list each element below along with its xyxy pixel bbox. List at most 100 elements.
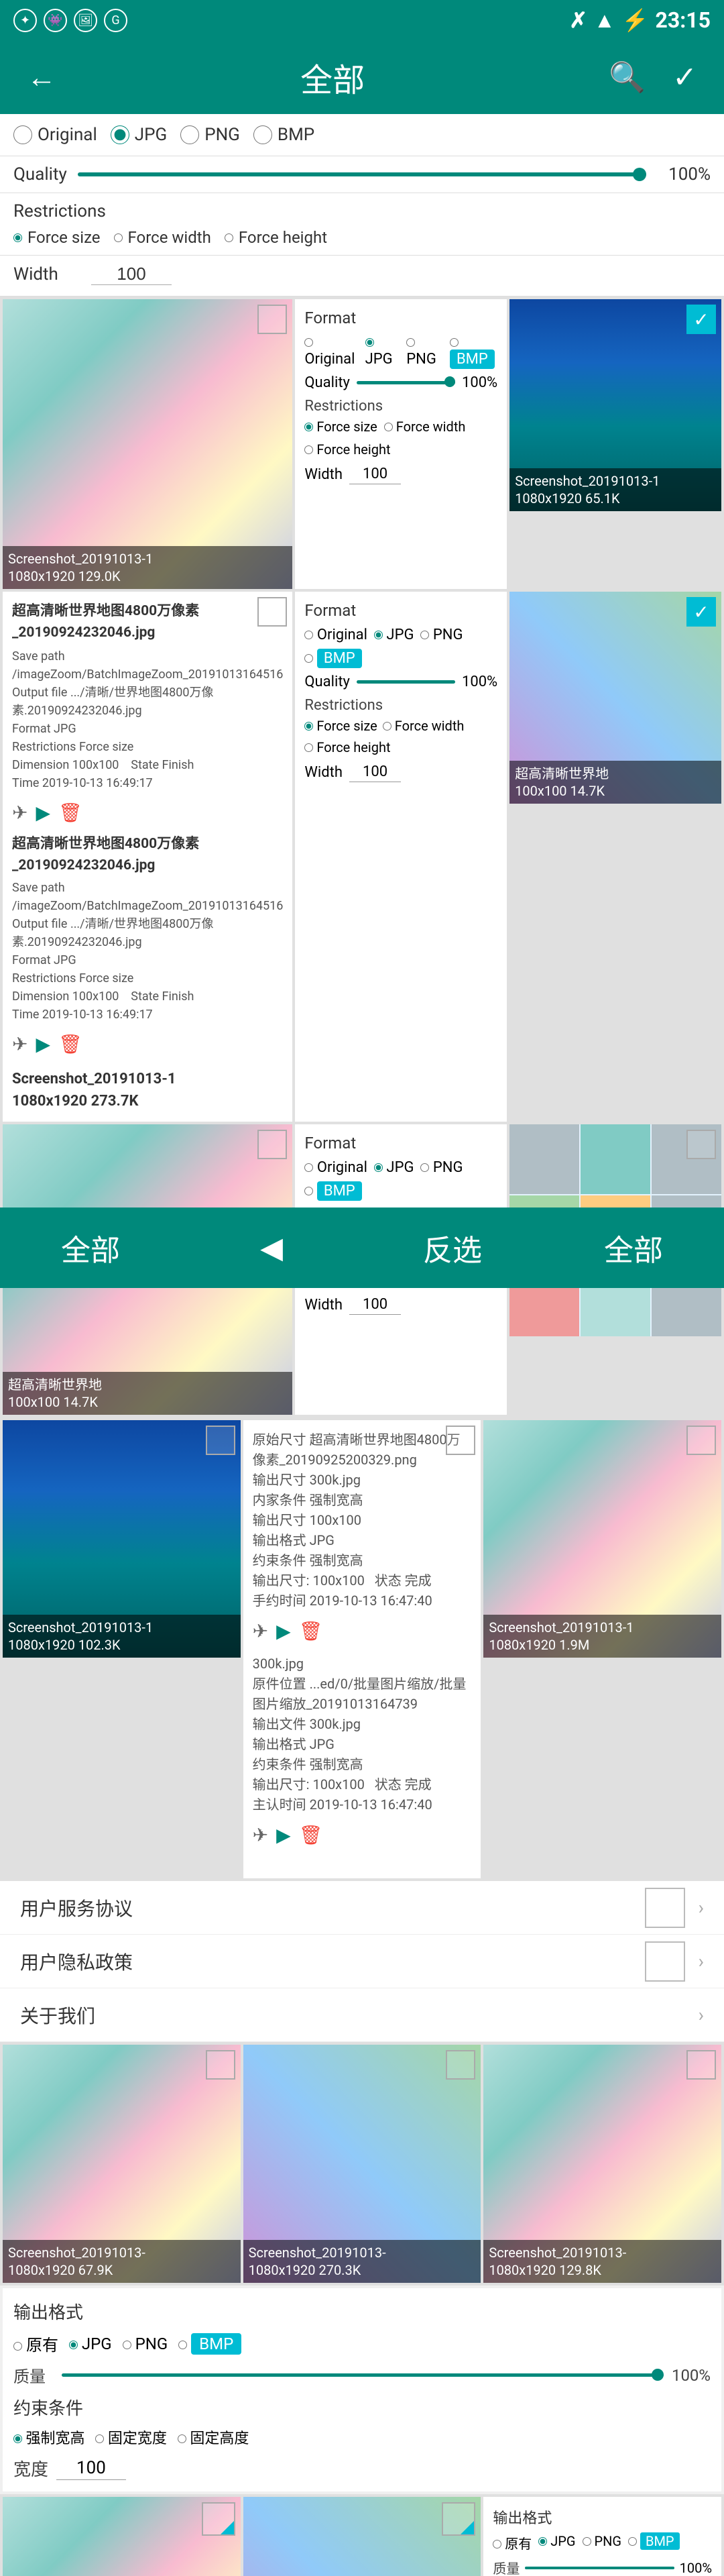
grid-cell-10[interactable]: Screenshot_20191013-11080x1920 102.3K bbox=[3, 1420, 241, 1658]
force-size-option[interactable]: Force size bbox=[13, 228, 101, 247]
detail-title-2: 超高清晰世界地图4800万像素_20190924232046.jpg bbox=[12, 834, 283, 876]
fp3-bmp[interactable]: BMP bbox=[304, 1183, 361, 1199]
out-fix-width[interactable]: 固定宽度 bbox=[95, 2426, 166, 2448]
output-restr-title: 约束条件 bbox=[13, 2395, 711, 2420]
settings-checkbox-1[interactable] bbox=[645, 1888, 685, 1928]
send-icon-1[interactable]: ✈ bbox=[12, 799, 27, 827]
thumb-checkbox-3[interactable] bbox=[686, 305, 716, 334]
out-yuanyou[interactable]: 原有 bbox=[13, 2332, 58, 2355]
thumb-checkbox-b3[interactable] bbox=[686, 2050, 716, 2080]
fp3-original[interactable]: Original bbox=[304, 1159, 367, 1176]
grid-cell-1[interactable]: Screenshot_20191013-11080x1920 129.0K bbox=[3, 299, 292, 589]
fp2-bmp[interactable]: BMP bbox=[304, 650, 361, 667]
thumb-checkbox-last1[interactable] bbox=[202, 2502, 235, 2536]
format-original-option[interactable]: Original bbox=[13, 125, 97, 145]
force-width-option[interactable]: Force width bbox=[114, 228, 211, 247]
thumb-checkbox-7[interactable] bbox=[257, 1130, 287, 1159]
thumb-checkbox-10[interactable] bbox=[206, 1426, 235, 1455]
detail-checkbox-1[interactable] bbox=[257, 597, 287, 627]
fp3-jpg[interactable]: JPG bbox=[374, 1159, 414, 1176]
fp1-force-size[interactable]: Force size bbox=[304, 419, 377, 435]
thumb-checkbox-last2[interactable] bbox=[442, 2502, 475, 2536]
out-png[interactable]: PNG bbox=[123, 2334, 168, 2353]
fp1-force-height[interactable]: Force height bbox=[304, 441, 390, 458]
delete-icon-2[interactable]: 🗑 bbox=[58, 1030, 82, 1059]
play-icon-3[interactable]: ▶ bbox=[276, 1617, 291, 1646]
fp2-png[interactable]: PNG bbox=[420, 627, 463, 643]
delete-icon-4[interactable]: 🗑 bbox=[299, 1821, 323, 1849]
search-button[interactable]: 🔍 bbox=[609, 60, 646, 95]
bottom-nav-triangle[interactable]: ◀ bbox=[181, 1230, 362, 1265]
bottom-nav-invert[interactable]: 反选 bbox=[362, 1226, 543, 1269]
fp1-original[interactable]: Original bbox=[304, 334, 357, 368]
back-button[interactable]: ← bbox=[27, 60, 56, 95]
grid-cell-last2[interactable] bbox=[243, 2497, 481, 2576]
format-png-option[interactable]: PNG bbox=[180, 125, 240, 145]
thumb-checkbox-b1[interactable] bbox=[206, 2050, 235, 2080]
force-size-radio[interactable] bbox=[13, 233, 22, 242]
fp2-force-size[interactable]: Force size bbox=[304, 718, 377, 734]
small-jpg[interactable]: JPG bbox=[538, 2533, 575, 2553]
format-png-radio[interactable] bbox=[180, 125, 199, 144]
fp2-original[interactable]: Original bbox=[304, 627, 367, 643]
grid-cell-last1[interactable] bbox=[3, 2497, 241, 2576]
thumb-checkbox-6[interactable] bbox=[686, 597, 716, 627]
bottom-nav-all[interactable]: 全部 bbox=[0, 1226, 181, 1269]
small-yuanyou[interactable]: 原有 bbox=[493, 2533, 532, 2553]
grid-cell-b3[interactable]: Screenshot_20191013-1080x1920 129.8K bbox=[483, 2045, 721, 2283]
confirm-button[interactable]: ✓ bbox=[672, 60, 697, 95]
force-width-radio[interactable] bbox=[114, 233, 123, 242]
grid-cell-3[interactable]: Screenshot_20191013-11080x1920 65.1K bbox=[509, 299, 721, 511]
fp2-quality-slider[interactable] bbox=[357, 680, 455, 684]
send-icon-4[interactable]: ✈ bbox=[253, 1821, 268, 1849]
delete-icon-1[interactable]: 🗑 bbox=[58, 799, 82, 827]
thumb-checkbox-11[interactable] bbox=[686, 1426, 716, 1455]
settings-row-2[interactable]: 用户隐私政策 › bbox=[0, 1935, 724, 1988]
format-original-radio[interactable] bbox=[13, 125, 32, 144]
play-icon-2[interactable]: ▶ bbox=[36, 1030, 50, 1059]
format-bmp-radio[interactable] bbox=[253, 125, 272, 144]
play-icon-4[interactable]: ▶ bbox=[276, 1821, 291, 1849]
fp1-bmp[interactable]: BMP bbox=[450, 334, 497, 368]
fp2-force-height[interactable]: Force height bbox=[304, 739, 390, 755]
out-bmp[interactable]: BMP bbox=[178, 2334, 241, 2353]
format-jpg-option[interactable]: JPG bbox=[111, 125, 167, 145]
settings-checkbox-2[interactable] bbox=[645, 1941, 685, 1982]
force-height-radio[interactable] bbox=[225, 233, 233, 242]
small-png[interactable]: PNG bbox=[583, 2533, 621, 2553]
fp2-jpg[interactable]: JPG bbox=[374, 627, 414, 643]
output-quality-slider[interactable] bbox=[62, 2373, 664, 2377]
out-fix-height[interactable]: 固定高度 bbox=[178, 2426, 249, 2448]
fp1-force-width[interactable]: Force width bbox=[384, 419, 466, 435]
settings-row-about[interactable]: 关于我们 › bbox=[0, 1988, 724, 2042]
width-input[interactable] bbox=[91, 264, 172, 285]
grid-cell-b1[interactable]: Screenshot_20191013-1080x1920 67.9K bbox=[3, 2045, 241, 2283]
thumb-label-6: 超高清晰世界地100x100 14.7K bbox=[509, 761, 721, 804]
bottom-nav-select-all[interactable]: 全部 bbox=[543, 1226, 724, 1269]
fp1-png[interactable]: PNG bbox=[406, 334, 442, 368]
settings-row-1[interactable]: 用户服务协议 › bbox=[0, 1881, 724, 1935]
small-bmp[interactable]: BMP bbox=[628, 2533, 680, 2553]
thumb-checkbox-b2[interactable] bbox=[446, 2050, 475, 2080]
send-icon-3[interactable]: ✈ bbox=[253, 1617, 268, 1646]
grid-cell-b2[interactable]: Screenshot_20191013-1080x1920 270.3K bbox=[243, 2045, 481, 2283]
format-bmp-option[interactable]: BMP bbox=[253, 125, 314, 145]
send-icon-2[interactable]: ✈ bbox=[12, 1030, 27, 1059]
thumb-checkbox-9[interactable] bbox=[686, 1130, 716, 1159]
detail-checkbox-2[interactable] bbox=[446, 1426, 475, 1455]
thumb-checkbox-1[interactable] bbox=[257, 305, 287, 334]
fp1-jpg[interactable]: JPG bbox=[365, 334, 399, 368]
out-force-wh[interactable]: 强制宽高 bbox=[13, 2426, 84, 2448]
grid-cell-11[interactable]: Screenshot_20191013-11080x1920 1.9M bbox=[483, 1420, 721, 1658]
fp3-png[interactable]: PNG bbox=[420, 1159, 463, 1176]
small-quality-slider[interactable] bbox=[525, 2567, 674, 2569]
delete-icon-3[interactable]: 🗑 bbox=[299, 1617, 323, 1646]
format-jpg-radio[interactable] bbox=[111, 125, 129, 144]
grid-cell-6[interactable]: 超高清晰世界地100x100 14.7K bbox=[509, 592, 721, 804]
out-jpg[interactable]: JPG bbox=[69, 2334, 112, 2353]
play-icon-1[interactable]: ▶ bbox=[36, 799, 50, 827]
fp1-quality-slider[interactable] bbox=[357, 381, 455, 384]
fp2-force-width[interactable]: Force width bbox=[383, 718, 465, 734]
quality-slider[interactable] bbox=[78, 172, 646, 176]
force-height-option[interactable]: Force height bbox=[225, 228, 327, 247]
